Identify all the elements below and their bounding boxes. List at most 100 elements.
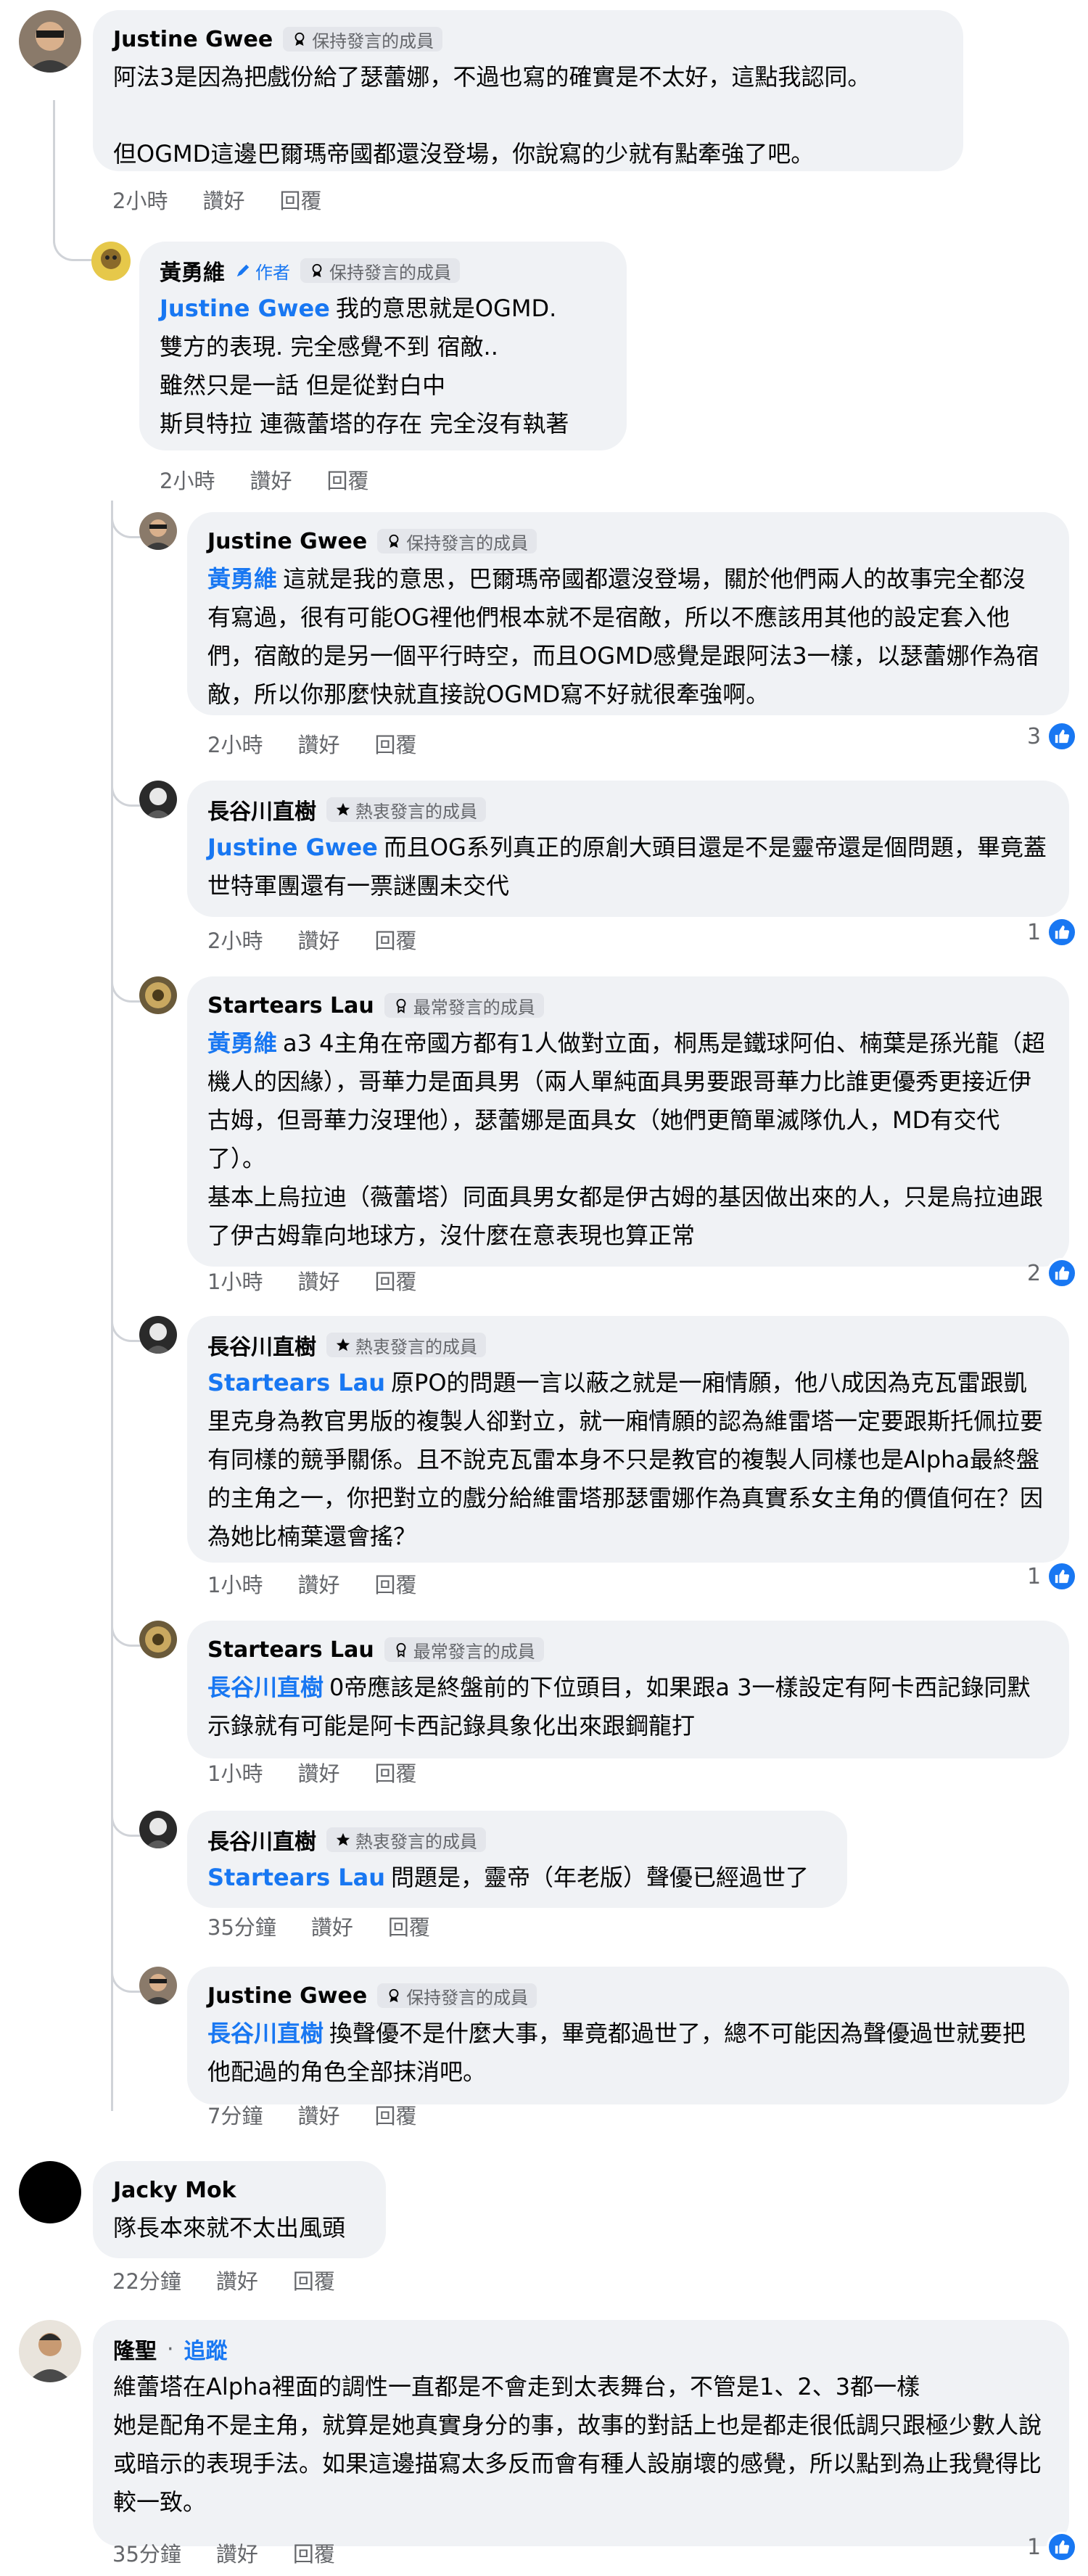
thread-connector (111, 1962, 144, 1993)
timestamp[interactable]: 1小時 (207, 1265, 263, 1296)
reply-button[interactable]: 回覆 (374, 728, 416, 759)
commenter-name[interactable]: Justine Gwee (207, 529, 367, 554)
avatar[interactable] (139, 976, 177, 1014)
member-badge[interactable]: 保持發言的成員 (377, 529, 537, 554)
mention-link[interactable]: Startears Lau (207, 1864, 385, 1891)
like-button[interactable]: 讚好 (250, 464, 292, 495)
thread-connector (111, 508, 144, 538)
reply-button[interactable]: 回覆 (326, 464, 368, 495)
timestamp[interactable]: 22分鐘 (112, 2265, 181, 2295)
like-button[interactable]: 讚好 (216, 2538, 258, 2568)
commenter-name[interactable]: 長谷川直樹 (207, 1824, 316, 1856)
commenter-name[interactable]: 長谷川直樹 (207, 1329, 316, 1361)
reply-button[interactable]: 回覆 (293, 2538, 335, 2568)
comment-actions: 1小時 讚好 回覆 (207, 1265, 416, 1296)
mention-link[interactable]: 長谷川直樹 (207, 1674, 323, 1701)
like-button[interactable]: 讚好 (297, 2099, 339, 2130)
like-button[interactable]: 讚好 (202, 184, 244, 215)
reply-button[interactable]: 回覆 (374, 2099, 416, 2130)
comment-text: 長谷川直樹 0帝應該是終盤前的下位頭目，如果跟a 3一樣設定有阿卡西記錄同默示錄就… (207, 1674, 1031, 1740)
reply-button[interactable]: 回覆 (293, 2265, 335, 2295)
mention-link[interactable]: 黃勇維 (207, 1029, 277, 1057)
mention-link[interactable]: Justine Gwee (207, 834, 378, 861)
avatar[interactable] (139, 1621, 177, 1658)
avatar[interactable] (139, 1316, 177, 1354)
mention-link[interactable]: Startears Lau (207, 1369, 385, 1396)
like-button[interactable]: 讚好 (311, 1911, 353, 1941)
timestamp[interactable]: 2小時 (160, 464, 215, 495)
member-badge-icon (389, 1988, 399, 2003)
reaction-count[interactable]: 3 (1027, 721, 1078, 752)
member-badge[interactable]: 保持發言的成員 (377, 1983, 537, 2008)
timestamp[interactable]: 1小時 (207, 1568, 263, 1599)
thread-connector (111, 972, 144, 1003)
mention-link[interactable]: 黃勇維 (207, 565, 277, 593)
avatar[interactable] (139, 512, 177, 550)
member-badge[interactable]: 熱衷發言的成員 (326, 1333, 486, 1357)
star-icon (336, 1338, 350, 1351)
mention-link[interactable]: 長谷川直樹 (207, 2020, 323, 2047)
like-button[interactable]: 讚好 (297, 1265, 339, 1296)
commenter-name[interactable]: Justine Gwee (207, 1983, 367, 2009)
avatar[interactable] (19, 2320, 81, 2382)
like-button[interactable]: 讚好 (216, 2265, 258, 2295)
reply-button[interactable]: 回覆 (374, 1757, 416, 1787)
commenter-name[interactable]: Startears Lau (207, 993, 374, 1019)
member-badge-icon (294, 32, 305, 46)
timestamp[interactable]: 35分鐘 (207, 1911, 276, 1941)
thread-connector (111, 1616, 144, 1647)
reply-button[interactable]: 回覆 (279, 184, 321, 215)
follow-button[interactable]: 追蹤 (184, 2333, 228, 2365)
member-badge[interactable]: 熱衷發言的成員 (326, 797, 486, 822)
reaction-count[interactable]: 1 (1027, 2532, 1078, 2562)
comment-bubble: 長谷川直樹 熱衷發言的成員 Startears Lau 問題是，靈帝（年老版）聲優… (187, 1811, 847, 1908)
commenter-name[interactable]: 長谷川直樹 (207, 794, 316, 826)
reply-button[interactable]: 回覆 (374, 924, 416, 955)
reaction-count[interactable]: 1 (1027, 1561, 1078, 1592)
star-icon (336, 1832, 350, 1846)
comment-actions: 1小時 讚好 回覆 (207, 1757, 416, 1787)
comment-bubble: Startears Lau 最常發言的成員 長谷川直樹 0帝應該是終盤前的下位頭目… (187, 1621, 1069, 1758)
avatar[interactable] (19, 2161, 81, 2223)
avatar[interactable] (91, 242, 131, 281)
avatar[interactable] (139, 1811, 177, 1848)
timestamp[interactable]: 2小時 (112, 184, 168, 215)
member-badge[interactable]: 熱衷發言的成員 (326, 1827, 486, 1852)
like-reaction-icon (1047, 721, 1078, 752)
timestamp[interactable]: 35分鐘 (112, 2538, 181, 2568)
avatar[interactable] (139, 781, 177, 818)
thread-line (111, 501, 113, 2111)
member-badge[interactable]: 保持發言的成員 (283, 27, 443, 52)
comment-actions: 1小時 讚好 回覆 (207, 1568, 416, 1599)
reply-button[interactable]: 回覆 (374, 1265, 416, 1296)
like-button[interactable]: 讚好 (297, 1757, 339, 1787)
comment-actions: 2小時 讚好 回覆 (112, 184, 321, 215)
mention-link[interactable]: Justine Gwee (160, 295, 330, 322)
like-button[interactable]: 讚好 (297, 1568, 339, 1599)
commenter-name[interactable]: Startears Lau (207, 1637, 374, 1663)
reply-button[interactable]: 回覆 (388, 1911, 430, 1941)
member-badge[interactable]: 保持發言的成員 (300, 258, 460, 283)
reply-button[interactable]: 回覆 (374, 1568, 416, 1599)
like-button[interactable]: 讚好 (297, 924, 339, 955)
avatar[interactable] (139, 1967, 177, 2004)
member-badge[interactable]: 最常發言的成員 (384, 1637, 544, 1662)
comment-text: 隊長本來就不太出風頭 (113, 2214, 346, 2242)
timestamp[interactable]: 2小時 (207, 924, 263, 955)
commenter-name[interactable]: 隆聖 (113, 2333, 157, 2365)
thread-line (53, 100, 55, 223)
comment-text: 阿法3是因為把戲份給了瑟蕾娜，不過也寫的確實是不太好，這點我認同。 但OGMD這… (113, 63, 871, 168)
reaction-count[interactable]: 2 (1027, 1258, 1078, 1288)
commenter-name[interactable]: Justine Gwee (113, 27, 273, 52)
timestamp[interactable]: 1小時 (207, 1757, 263, 1787)
timestamp[interactable]: 7分鐘 (207, 2099, 263, 2130)
timestamp[interactable]: 2小時 (207, 728, 263, 759)
commenter-name[interactable]: 黃勇維 (160, 255, 225, 287)
member-badge[interactable]: 最常發言的成員 (384, 993, 544, 1018)
comment-bubble: 隆聖 · 追蹤 維蕾塔在Alpha裡面的調性一直都是不會走到太表舞台，不管是1、… (93, 2320, 1069, 2546)
reaction-count[interactable]: 1 (1027, 917, 1078, 947)
like-button[interactable]: 讚好 (297, 728, 339, 759)
commenter-name[interactable]: Jacky Mok (113, 2178, 236, 2203)
comment-actions: 2小時 讚好 回覆 (207, 728, 416, 759)
avatar[interactable] (19, 10, 81, 73)
